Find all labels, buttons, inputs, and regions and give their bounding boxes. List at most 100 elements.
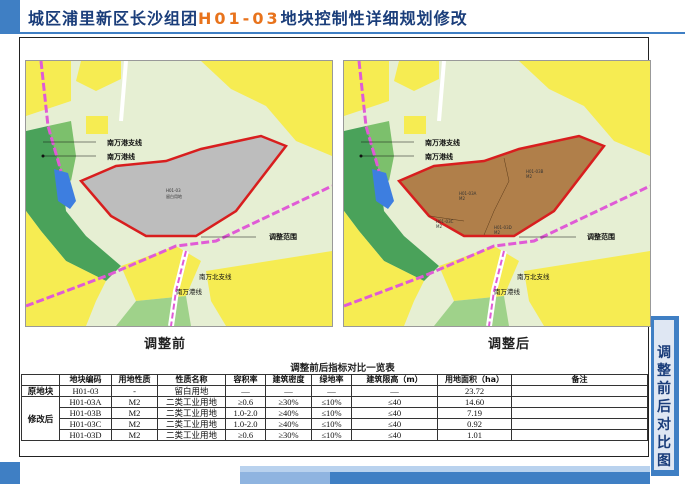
footer-bar [240,472,330,484]
line2-label: 南万港线 [107,152,135,161]
title-suffix: 地块控制性详细规划修改 [280,9,468,28]
table-cell: 14.60 [437,396,512,408]
header-cell: 用地性质 [111,374,158,386]
table-cell: M2 [111,407,158,419]
table-cell: ≤10% [311,407,352,419]
footer-accent [0,462,20,484]
page-title: 城区浦里新区长沙组团H01-03地块控制性详细规划修改 [28,5,468,29]
table-cell: ≤40 [351,407,438,419]
residential-zone [404,116,426,134]
table-cell: — [351,385,438,397]
table-cell: - [111,385,158,397]
table-cell: — [225,385,266,397]
table-cell: — [311,385,352,397]
table-cell: 0.92 [437,418,512,430]
map-after[interactable]: H01-03A M2 H01-03B M2 H01-03C M2 H01-03D… [343,60,651,327]
leader-dot [359,154,363,158]
comparison-table: 地块编码 用地性质 性质名称 容积率 建筑密度 绿地率 建筑限高（m） 用地面积… [21,374,648,441]
table-cell: H01-03B [59,407,112,419]
table-title: 调整前后指标对比一览表 [290,363,395,374]
table-cell: 二类工业用地 [157,396,226,408]
title-prefix: 城区浦里新区长沙组团 [28,9,199,28]
table-cell [511,385,648,397]
side-tab: 调整前后对比图 [651,316,679,476]
table-cell: 1.0-2.0 [225,418,266,430]
table-cell: — [265,385,312,397]
footer-bar [330,472,650,484]
header-cell: 备注 [511,374,648,386]
table-cell: ≤10% [311,429,352,441]
table-cell: ≤40 [351,429,438,441]
table-cell: ≥0.6 [225,429,266,441]
map-before[interactable]: H01-03 留白用地 南万港支线 南万港线 调整范围 南万北支线 南万港线 [25,60,333,327]
table-cell: 23.72 [437,385,512,397]
table-cell: 二类工业用地 [157,418,226,430]
table-cell: 二类工业用地 [157,407,226,419]
header-cell: 绿地率 [311,374,352,386]
header-cell [21,374,60,386]
table-cell [511,407,648,419]
header-cell: 建筑限高（m） [351,374,438,386]
table-cell [511,418,648,430]
range-label: 调整范围 [587,232,615,241]
table-cell: M2 [111,418,158,430]
header-accent [0,0,20,34]
table-cell: H01-03A [59,396,112,408]
table-cell: ≥40% [265,407,312,419]
group-label: 修改后 [21,396,60,441]
parcel-d-use: M2 [494,230,500,235]
table-cell: H01-03 [59,385,112,397]
table-row: H01-03D M2 二类工业用地 ≥0.6 ≥30% ≤10% ≤40 1.0… [22,429,648,441]
side-tab-panel: 调整前后对比图 [654,320,674,470]
line1-label: 南万港支线 [107,138,142,147]
table-cell: 1.01 [437,429,512,441]
parcel-a-use: M2 [459,196,465,201]
header-rule [0,32,685,34]
map-after-svg: H01-03A M2 H01-03B M2 H01-03C M2 H01-03D… [344,61,650,326]
header-cell: 容积率 [225,374,266,386]
table-cell: H01-03D [59,429,112,441]
header-cell: 用地面积（ha） [437,374,512,386]
table-cell: ≤10% [311,418,352,430]
parcel-code-label: H01-03 [166,188,181,193]
table-cell [511,429,648,441]
road2-label: 南万港线 [494,287,521,296]
caption-before: 调整前 [144,337,187,352]
residential-zone [86,116,108,134]
table-row: H01-03C M2 二类工业用地 1.0-2.0 ≥40% ≤10% ≤40 … [22,418,648,430]
caption-after: 调整后 [488,337,531,352]
table-cell: ≥40% [265,418,312,430]
line1-label: 南万港支线 [425,138,460,147]
table-cell: ≥30% [265,429,312,441]
road1-label: 南万北支线 [199,272,232,281]
line2-label: 南万港线 [425,152,453,161]
table-cell: ≥30% [265,396,312,408]
parcel-c-use: M2 [436,224,442,229]
table-cell: ≤40 [351,418,438,430]
group-label: 原地块 [21,385,60,397]
table-cell [511,396,648,408]
table-row: 修改后 H01-03A M2 二类工业用地 ≥0.6 ≥30% ≤10% ≤40… [21,396,648,441]
table-cell: ≥0.6 [225,396,266,408]
leader-dot [41,154,45,158]
map-before-svg: H01-03 留白用地 南万港支线 南万港线 调整范围 南万北支线 南万港线 [26,61,332,326]
road2-label: 南万港线 [176,287,203,296]
table-cell: 留白用地 [157,385,226,397]
table-cell: M2 [111,396,158,408]
title-code: H01-03 [198,9,281,28]
table-cell: 二类工业用地 [157,429,226,441]
side-tab-label: 调整前后对比图 [657,345,671,469]
header: 城区浦里新区长沙组团H01-03地块控制性详细规划修改 [0,0,685,34]
table-cell: ≤10% [311,396,352,408]
header-cell: 建筑密度 [265,374,312,386]
table-cell: 1.0-2.0 [225,407,266,419]
parcel-use-label: 留白用地 [166,193,182,199]
table-cell: 7.19 [437,407,512,419]
table-cell: M2 [111,429,158,441]
header-cell: 地块编码 [59,374,112,386]
table-cell: H01-03C [59,418,112,430]
parcel-b-use: M2 [526,174,532,179]
range-label: 调整范围 [269,232,297,241]
table-header-row: 地块编码 用地性质 性质名称 容积率 建筑密度 绿地率 建筑限高（m） 用地面积… [21,374,648,386]
header-cell: 性质名称 [157,374,226,386]
